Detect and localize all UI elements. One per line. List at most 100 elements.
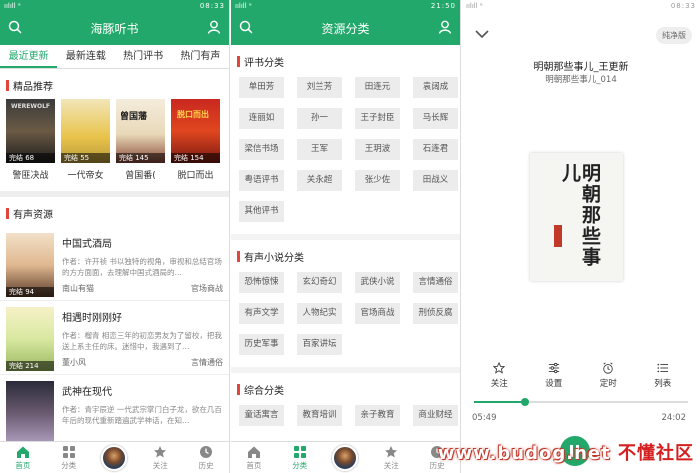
timer-button[interactable]: 定时 [588, 362, 628, 389]
tab-new-serials[interactable]: 最新连载 [57, 45, 114, 68]
category-chip[interactable]: 田战义 [413, 170, 458, 191]
chip-grid: 恐怖惊悚 玄幻奇幻 武侠小说 言情通俗 有声文学 人物纪实 官场商战 刑侦反腐 … [237, 272, 458, 355]
category-chip[interactable]: 历史军事 [239, 334, 284, 355]
settings-button[interactable]: 设置 [534, 362, 574, 389]
category-chip[interactable]: 王子封臣 [355, 108, 400, 129]
star-icon [385, 445, 398, 457]
list-desc: 作者：青宇辰逆 一代武宗掌门白子龙，欲在几百年后的现代重新踏遍武学神话，在知… [62, 405, 222, 425]
chip-grid: 童话寓言 教育培训 亲子教育 商业财经 [237, 405, 458, 426]
chevron-down-icon[interactable] [474, 28, 490, 40]
home-icon [16, 446, 29, 458]
book-card[interactable]: 脱口而出 完结 154 脱口而出 [171, 99, 220, 181]
category-label: 官场商战 [191, 284, 223, 293]
follow-button[interactable]: 关注 [479, 362, 519, 389]
user-icon[interactable] [207, 20, 221, 34]
featured-heading-text: 精品推荐 [13, 82, 53, 93]
app-bar: 资源分类 [231, 11, 460, 45]
category-chip[interactable]: 亲子教育 [355, 405, 400, 426]
tab-recent-updates[interactable]: 最近更新 [0, 45, 58, 68]
category-chip[interactable]: 百家讲坛 [297, 334, 342, 355]
status-bar: ıılıll ᵊ 08:33 [462, 0, 700, 11]
clock-icon [200, 445, 213, 458]
progress-handle[interactable] [521, 398, 530, 406]
bottom-nav: 首页 分类 关注 历史 [231, 441, 460, 473]
list-item[interactable]: 武神在现代 作者：青宇辰逆 一代武宗掌门白子龙，欲在几百年后的现代重新踏遍武学神… [0, 375, 229, 449]
cover-title: 脱口而出 [177, 110, 209, 119]
nav-home[interactable]: 首页 [231, 442, 277, 473]
nav-follow[interactable]: 关注 [137, 442, 183, 473]
book-name: 警匪决战 [12, 171, 49, 181]
category-chip[interactable]: 言情通俗 [413, 272, 458, 293]
featured-heading: 精品推荐 [0, 69, 229, 99]
category-chip[interactable]: 张少佐 [355, 170, 400, 191]
nav-home-label: 首页 [246, 460, 262, 470]
list-item[interactable]: 完结 214 相遇时刚刚好 作者：榴青 相恋三年的初恋男友为了留校，把我送上系主… [0, 301, 229, 375]
list-body: 相遇时刚刚好 作者：榴青 相恋三年的初恋男友为了留校，把我送上系主任的床。迷惜中… [62, 307, 223, 368]
category-chip[interactable]: 王军 [297, 139, 342, 160]
featured-books: WEREWOLF 完结 68 警匪决战 完结 55 一代帝女 曾国藩 完结 14… [0, 99, 229, 181]
avatar [101, 444, 128, 471]
category-chip[interactable]: 马长辉 [413, 108, 458, 129]
avatar [332, 444, 359, 471]
search-icon[interactable] [239, 20, 253, 34]
settings-sliders-icon [548, 362, 559, 374]
category-chip[interactable]: 人物纪实 [297, 303, 342, 324]
nav-category[interactable]: 分类 [46, 442, 92, 473]
category-chip[interactable]: 武侠小说 [355, 272, 400, 293]
category-chip[interactable]: 关永超 [297, 170, 342, 191]
audio-list: 完结 94 中国式酒局 作者：许开祯 书以独特的视角，审视和总结官场的方方面面，… [0, 227, 229, 449]
watermark-url: www.budog.net [437, 443, 611, 464]
search-icon[interactable] [8, 20, 22, 34]
category-section: 评书分类 单田芳 刘兰芳 田连元 袁阔成 连丽如 孙一 王子封臣 马长辉 梁信书… [231, 45, 460, 426]
category-chip[interactable]: 单田芳 [239, 77, 284, 98]
list-desc: 作者：许开祯 书以独特的视角，审视和总结官场的方方面面，去理解中国式酒局的… [62, 257, 222, 277]
nav-history[interactable]: 历史 [183, 442, 229, 473]
category-chip[interactable]: 商业财经 [413, 405, 458, 426]
category-chip[interactable]: 袁阔成 [413, 77, 458, 98]
category-chip[interactable]: 石连君 [413, 139, 458, 160]
category-chip[interactable]: 孙一 [297, 108, 342, 129]
nav-home[interactable]: 首页 [0, 442, 46, 473]
category-chip[interactable]: 粤语评书 [239, 170, 284, 191]
book-card[interactable]: 曾国藩 完结 145 曾国番( [116, 99, 165, 181]
total-time: 24:02 [661, 413, 687, 423]
category-chip[interactable]: 王玥波 [355, 139, 400, 160]
category-chip[interactable]: 连丽如 [239, 108, 284, 129]
nav-player[interactable] [92, 442, 138, 473]
category-chip[interactable]: 教育培训 [297, 405, 342, 426]
category-chip[interactable]: 玄幻奇幻 [297, 272, 342, 293]
book-cover: 脱口而出 完结 154 [171, 99, 220, 163]
status-badge: 完结 68 [6, 153, 55, 163]
home-icon [247, 446, 260, 458]
app-title: 资源分类 [321, 21, 370, 36]
nav-category-label: 分类 [61, 460, 77, 470]
playlist-button[interactable]: 列表 [643, 362, 683, 389]
category-chip[interactable]: 童话寓言 [239, 405, 284, 426]
list-cover [6, 381, 54, 445]
status-bar: ıılıll ᵊ 21:50 [231, 0, 460, 11]
category-chip[interactable]: 有声文学 [239, 303, 284, 324]
category-chip[interactable]: 刘兰芳 [297, 77, 342, 98]
tab-hot-storytelling[interactable]: 热门评书 [115, 45, 172, 68]
section-heading: 综合分类 [237, 373, 454, 405]
pure-mode-button[interactable]: 纯净版 [656, 27, 692, 44]
progress-bar[interactable] [474, 398, 688, 406]
category-chip[interactable]: 其他评书 [239, 201, 284, 222]
user-icon[interactable] [438, 20, 452, 34]
book-card[interactable]: 完结 55 一代帝女 [61, 99, 110, 181]
category-chip[interactable]: 官场商战 [355, 303, 400, 324]
category-chip[interactable]: 恐怖惊悚 [239, 272, 284, 293]
category-chip[interactable]: 田连元 [355, 77, 400, 98]
list-item[interactable]: 完结 94 中国式酒局 作者：许开祯 书以独特的视角，审视和总结官场的方方面面，… [0, 227, 229, 301]
star-icon [154, 445, 167, 457]
tab-hot-audio[interactable]: 热门有声 [172, 45, 229, 68]
nav-player[interactable] [323, 442, 369, 473]
nav-follow[interactable]: 关注 [368, 442, 414, 473]
playlist-label: 列表 [654, 379, 672, 389]
book-card[interactable]: WEREWOLF 完结 68 警匪决战 [6, 99, 55, 181]
category-chip[interactable]: 刑侦反腐 [413, 303, 458, 324]
nav-category[interactable]: 分类 [277, 442, 323, 473]
category-chip[interactable]: 梁信书场 [239, 139, 284, 160]
list-icon [657, 363, 668, 373]
narrator: 董小风 [62, 358, 86, 367]
